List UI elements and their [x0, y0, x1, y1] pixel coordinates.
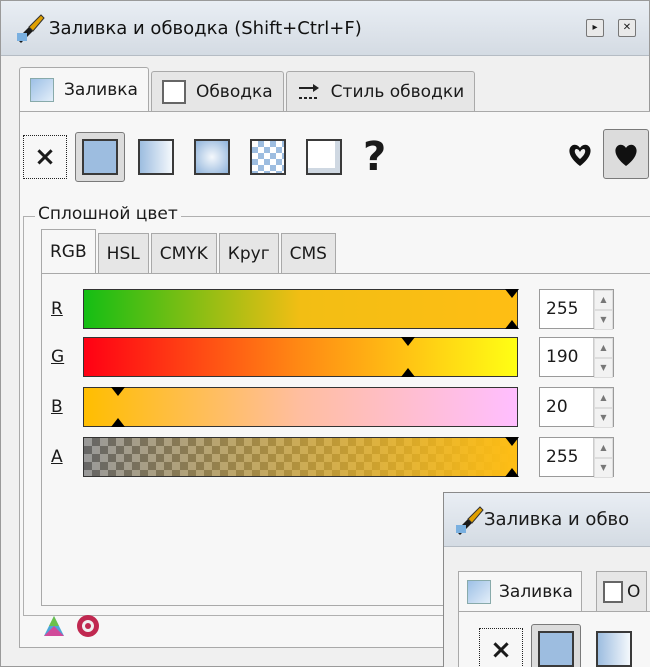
tab-wheel[interactable]: Круг [218, 233, 279, 273]
slider-r-marker-top[interactable] [505, 289, 519, 298]
fill-rule-evenodd-button[interactable] [557, 129, 603, 179]
title-bar[interactable]: Заливка и обводка (Shift+Ctrl+F) ▸ ✕ [1, 1, 649, 56]
fill-swatch-icon [30, 77, 54, 102]
tab-cmyk[interactable]: CMYK [150, 233, 217, 273]
slider-g-marker-bottom[interactable] [401, 368, 416, 377]
brush-icon [17, 14, 45, 43]
tab-stroke-style[interactable]: Стиль обводки [285, 71, 476, 111]
spin-b[interactable]: 20 ▲ ▼ [539, 387, 614, 428]
spin-up-icon[interactable]: ▲ [594, 338, 613, 358]
main-tabs: Заливка Обводка Стиль обводки [19, 67, 477, 111]
slider-row-a: A 255 ▲ ▼ [51, 435, 649, 479]
dock-button[interactable]: ▸ [586, 19, 604, 37]
slider-b[interactable] [83, 387, 518, 427]
radial-gradient-button[interactable] [187, 132, 237, 182]
spin-up-icon[interactable]: ▲ [594, 388, 613, 408]
slider-b-marker-bottom[interactable] [110, 418, 125, 427]
slider-a[interactable] [83, 437, 519, 477]
close-button[interactable]: ✕ [618, 19, 636, 37]
slider-r[interactable] [83, 289, 519, 329]
slider-b-marker-top[interactable] [110, 387, 125, 396]
spin-down-icon[interactable]: ▼ [594, 458, 613, 478]
slider-g[interactable] [83, 337, 518, 377]
secondary-flat-color-button[interactable] [531, 624, 581, 667]
linear-gradient-icon [138, 139, 174, 175]
tab-fill[interactable]: Заливка [19, 67, 149, 111]
pattern-icon [250, 139, 286, 175]
secondary-linear-gradient-button[interactable] [589, 624, 639, 667]
value-b[interactable]: 20 [540, 388, 593, 426]
color-managed-icon[interactable] [75, 613, 101, 639]
tab-hsl[interactable]: HSL [97, 233, 149, 273]
channel-label-g: G [51, 347, 65, 367]
no-paint-button[interactable]: × [23, 135, 67, 179]
channel-label-b: B [51, 397, 63, 417]
linear-gradient-button[interactable] [131, 132, 181, 182]
secondary-no-paint-button[interactable]: × [479, 628, 523, 667]
color-mode-tabs: RGB HSL CMYK Круг CMS [41, 229, 338, 273]
secondary-fill-stroke-dialog: Заливка и обво Заливка О × [443, 492, 650, 667]
channel-label-a: A [51, 447, 63, 467]
spin-g[interactable]: 190 ▲ ▼ [539, 337, 614, 378]
tab-stroke-style-label: Стиль обводки [330, 81, 465, 102]
spin-a[interactable]: 255 ▲ ▼ [539, 437, 614, 478]
secondary-title-bar[interactable]: Заливка и обво [444, 493, 650, 547]
secondary-tab-stroke[interactable]: О [596, 571, 648, 611]
color-picker-icon[interactable] [41, 613, 67, 639]
nonzero-icon [615, 144, 637, 166]
swatch-icon [306, 139, 342, 175]
tab-rgb[interactable]: RGB [41, 229, 96, 273]
spin-up-icon[interactable]: ▲ [594, 290, 613, 310]
brush-icon [456, 505, 484, 535]
tab-cms[interactable]: CMS [280, 233, 336, 273]
slider-row-g: G 190 ▲ ▼ [51, 335, 649, 379]
stroke-swatch-icon [161, 79, 186, 104]
tab-stroke-label: Обводка [195, 81, 273, 102]
spin-down-icon[interactable]: ▼ [594, 358, 613, 378]
flat-color-icon [538, 631, 574, 667]
slider-row-r: R 255 ▲ ▼ [51, 287, 649, 331]
section-label: Сплошной цвет [35, 204, 181, 224]
secondary-fill-panel: × [458, 611, 650, 667]
paint-mode-row: × ? [23, 129, 649, 185]
slider-r-marker-bottom[interactable] [505, 320, 519, 329]
secondary-window-title: Заливка и обво [484, 509, 630, 530]
value-r[interactable]: 255 [540, 290, 593, 328]
tab-fill-label: Заливка [64, 79, 138, 100]
secondary-tab-fill[interactable]: Заливка [458, 571, 582, 611]
flat-color-button[interactable] [75, 132, 125, 182]
picker-tools [41, 613, 101, 639]
slider-g-marker-top[interactable] [401, 337, 416, 346]
fill-swatch-icon [467, 579, 491, 604]
radial-gradient-icon [194, 139, 230, 175]
window-title: Заливка и обводка (Shift+Ctrl+F) [49, 17, 362, 39]
spin-down-icon[interactable]: ▼ [594, 408, 613, 428]
slider-a-marker-bottom[interactable] [505, 468, 519, 477]
secondary-tab-stroke-label: О [627, 581, 641, 602]
fill-rule-nonzero-button[interactable] [603, 129, 649, 179]
evenodd-icon [569, 144, 591, 166]
fill-rule-group [557, 129, 649, 179]
value-g[interactable]: 190 [540, 338, 593, 376]
spin-r[interactable]: 255 ▲ ▼ [539, 289, 614, 330]
slider-row-b: B 20 ▲ ▼ [51, 385, 649, 429]
stroke-swatch-icon [603, 580, 623, 603]
stroke-style-icon [298, 83, 319, 99]
secondary-tab-fill-label: Заливка [499, 581, 573, 602]
flat-color-icon [82, 139, 118, 175]
value-a[interactable]: 255 [540, 438, 593, 476]
channel-label-r: R [51, 299, 63, 319]
spin-up-icon[interactable]: ▲ [594, 438, 613, 458]
tab-stroke[interactable]: Обводка [150, 71, 284, 111]
spin-down-icon[interactable]: ▼ [594, 310, 613, 330]
pattern-button[interactable] [243, 132, 293, 182]
slider-a-marker-top[interactable] [505, 437, 519, 446]
unset-paint-button[interactable]: ? [363, 134, 386, 180]
swatch-button[interactable] [299, 132, 349, 182]
linear-gradient-icon [596, 631, 632, 667]
